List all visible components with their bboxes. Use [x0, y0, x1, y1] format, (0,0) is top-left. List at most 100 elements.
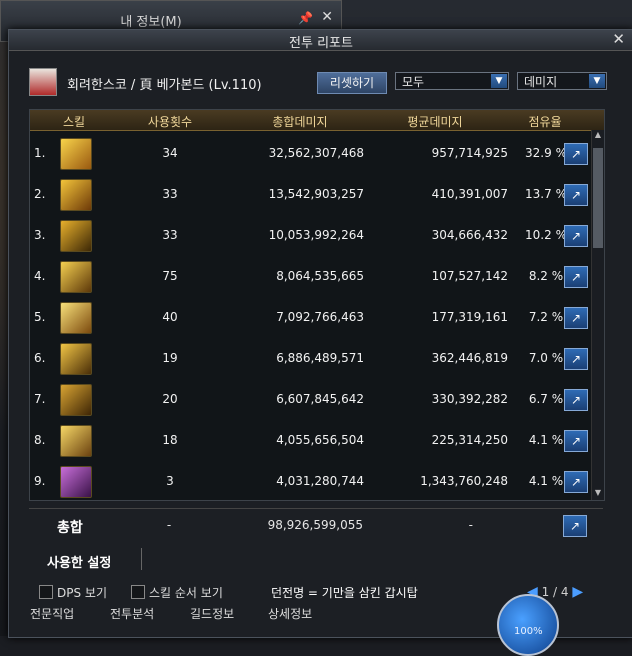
reset-button[interactable]: 리셋하기: [317, 72, 387, 94]
share-button[interactable]: ↗: [564, 430, 588, 452]
row-rank: 2.: [34, 187, 46, 201]
chevron-down-icon: ▼: [491, 74, 507, 88]
skill-icon: [60, 220, 92, 252]
divider: [141, 548, 142, 570]
skill-icon: [60, 138, 92, 170]
table-row: 2. 33 13,542,903,257 410,391,007 13.7 % …: [30, 175, 588, 216]
header-total: 총합데미지: [272, 115, 328, 129]
table-row: 5. 40 7,092,766,463 177,319,161 7.2 % ↗: [30, 298, 588, 339]
row-uses: 18: [162, 433, 178, 447]
share-button[interactable]: ↗: [564, 143, 588, 165]
summary-uses: -: [166, 518, 172, 532]
row-share: 4.1 %: [528, 433, 564, 447]
table-header: 스킬 사용횟수 총합데미지 평균데미지 점유율: [30, 110, 604, 131]
row-total: 4,031,280,744: [276, 474, 364, 488]
chevron-down-icon: ▼: [589, 74, 605, 88]
row-total: 6,886,489,571: [276, 351, 364, 365]
share-button[interactable]: ↗: [563, 515, 587, 537]
table-row: 3. 33 10,053,992,264 304,666,432 10.2 % …: [30, 216, 588, 257]
table-scrollbar[interactable]: ▲ ▼: [591, 130, 604, 500]
row-avg: 362,446,819: [431, 351, 508, 365]
row-uses: 19: [162, 351, 178, 365]
tab-detail-info[interactable]: 상세정보: [268, 605, 312, 622]
row-rank: 6.: [34, 351, 46, 365]
used-settings: 사용한 설정: [29, 545, 599, 575]
tab-battle-analysis[interactable]: 전투분석: [110, 605, 154, 622]
used-settings-label: 사용한 설정: [47, 556, 112, 571]
chevron-down-icon[interactable]: ▼: [592, 488, 604, 500]
metric-select-value: 데미지: [524, 75, 558, 89]
share-button[interactable]: ↗: [564, 307, 588, 329]
row-share: 8.2 %: [528, 269, 564, 283]
row-rank: 1.: [34, 146, 46, 160]
row-avg: 1,343,760,248: [420, 474, 508, 488]
tab-guild-info[interactable]: 길드정보: [190, 605, 234, 622]
tab-profession[interactable]: 전문직업: [30, 605, 74, 622]
row-share: 7.0 %: [528, 351, 564, 365]
filter-select-value: 모두: [402, 75, 425, 89]
table-row: 8. 18 4,055,656,504 225,314,250 4.1 % ↗: [30, 421, 588, 462]
row-avg: 410,391,007: [431, 187, 508, 201]
row-avg: 225,314,250: [431, 433, 508, 447]
row-avg: 177,319,161: [431, 310, 508, 324]
character-name: 회려한스코 / 頁 베가본드 (Lv.110): [67, 78, 262, 93]
row-total: 4,055,656,504: [276, 433, 364, 447]
skill-table: 스킬 사용횟수 총합데미지 평균데미지 점유율 1. 34 32,562,307…: [29, 109, 605, 501]
row-total: 13,542,903,257: [268, 187, 364, 201]
pin-icon[interactable]: 📌: [298, 11, 313, 25]
row-rank: 8.: [34, 433, 46, 447]
row-total: 32,562,307,468: [268, 146, 364, 160]
row-uses: 40: [162, 310, 178, 324]
row-rank: 3.: [34, 228, 46, 242]
character-row: 회려한스코 / 頁 베가본드 (Lv.110) 리셋하기 모두 ▼ 데미지 ▼: [29, 68, 609, 96]
table-row: 4. 75 8,064,535,665 107,527,142 8.2 % ↗: [30, 257, 588, 298]
row-rank: 9.: [34, 474, 46, 488]
mana-orb: [497, 594, 559, 656]
share-button[interactable]: ↗: [564, 225, 588, 247]
table-row: 9. 3 4,031,280,744 1,343,760,248 4.1 % ↗: [30, 462, 588, 503]
share-button[interactable]: ↗: [564, 266, 588, 288]
skill-icon: [60, 261, 92, 293]
close-icon[interactable]: ✕: [321, 9, 333, 25]
share-button[interactable]: ↗: [564, 389, 588, 411]
row-avg: 330,392,282: [431, 392, 508, 406]
row-uses: 33: [162, 187, 178, 201]
skill-icon: [60, 466, 92, 498]
skill-icon: [60, 343, 92, 375]
row-avg: 107,527,142: [431, 269, 508, 283]
footer-tabs: 전문직업 전투분석 길드정보 상세정보 100%: [0, 586, 632, 656]
row-avg: 957,714,925: [431, 146, 508, 160]
summary-row: 총합 - 98,926,599,055 - ↗: [29, 508, 603, 541]
summary-avg: -: [468, 518, 473, 532]
header-skill: 스킬: [62, 115, 86, 129]
skill-icon: [60, 302, 92, 334]
share-button[interactable]: ↗: [564, 471, 588, 493]
row-total: 8,064,535,665: [276, 269, 364, 283]
row-share: 7.2 %: [528, 310, 564, 324]
row-rank: 7.: [34, 392, 46, 406]
row-share: 6.7 %: [528, 392, 564, 406]
header-uses: 사용횟수: [147, 115, 193, 129]
share-button[interactable]: ↗: [564, 348, 588, 370]
skill-icon: [60, 179, 92, 211]
skill-icon: [60, 425, 92, 457]
row-total: 10,053,992,264: [268, 228, 364, 242]
row-rank: 5.: [34, 310, 46, 324]
row-total: 7,092,766,463: [276, 310, 364, 324]
skill-icon: [60, 384, 92, 416]
scrollbar-thumb[interactable]: [593, 148, 603, 248]
table-row: 7. 20 6,607,845,642 330,392,282 6.7 % ↗: [30, 380, 588, 421]
metric-select[interactable]: 데미지 ▼: [517, 72, 607, 90]
row-uses: 34: [162, 146, 178, 160]
table-row: 1. 34 32,562,307,468 957,714,925 32.9 % …: [30, 134, 588, 175]
close-icon[interactable]: ✕: [612, 30, 625, 48]
filter-select[interactable]: 모두 ▼: [395, 72, 509, 90]
chevron-up-icon[interactable]: ▲: [592, 130, 604, 142]
my-info-title: 내 정보(M): [120, 15, 182, 30]
row-rank: 4.: [34, 269, 46, 283]
row-uses: 3: [166, 474, 174, 488]
header-avg: 평균데미지: [407, 115, 463, 129]
share-button[interactable]: ↗: [564, 184, 588, 206]
header-share: 점유율: [528, 115, 562, 129]
row-avg: 304,666,432: [431, 228, 508, 242]
